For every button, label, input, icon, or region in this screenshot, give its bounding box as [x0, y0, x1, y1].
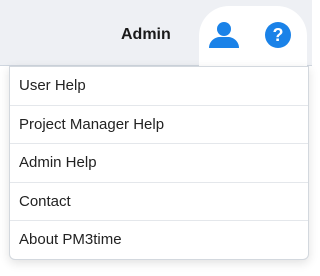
- app-window: Admin ? User Help Project Manager Help A…: [0, 0, 312, 276]
- menu-item-admin-help[interactable]: Admin Help: [10, 144, 308, 183]
- user-icon[interactable]: [207, 22, 241, 48]
- help-icon[interactable]: ?: [264, 21, 292, 49]
- menu-item-contact[interactable]: Contact: [10, 183, 308, 221]
- menu-item-about[interactable]: About PM3time: [10, 221, 308, 259]
- help-dropdown-menu: User Help Project Manager Help Admin Hel…: [9, 66, 309, 260]
- menu-item-project-manager-help[interactable]: Project Manager Help: [10, 106, 308, 144]
- current-user-name[interactable]: Admin: [121, 25, 171, 45]
- menu-item-user-help[interactable]: User Help: [10, 67, 308, 106]
- svg-text:?: ?: [273, 25, 284, 45]
